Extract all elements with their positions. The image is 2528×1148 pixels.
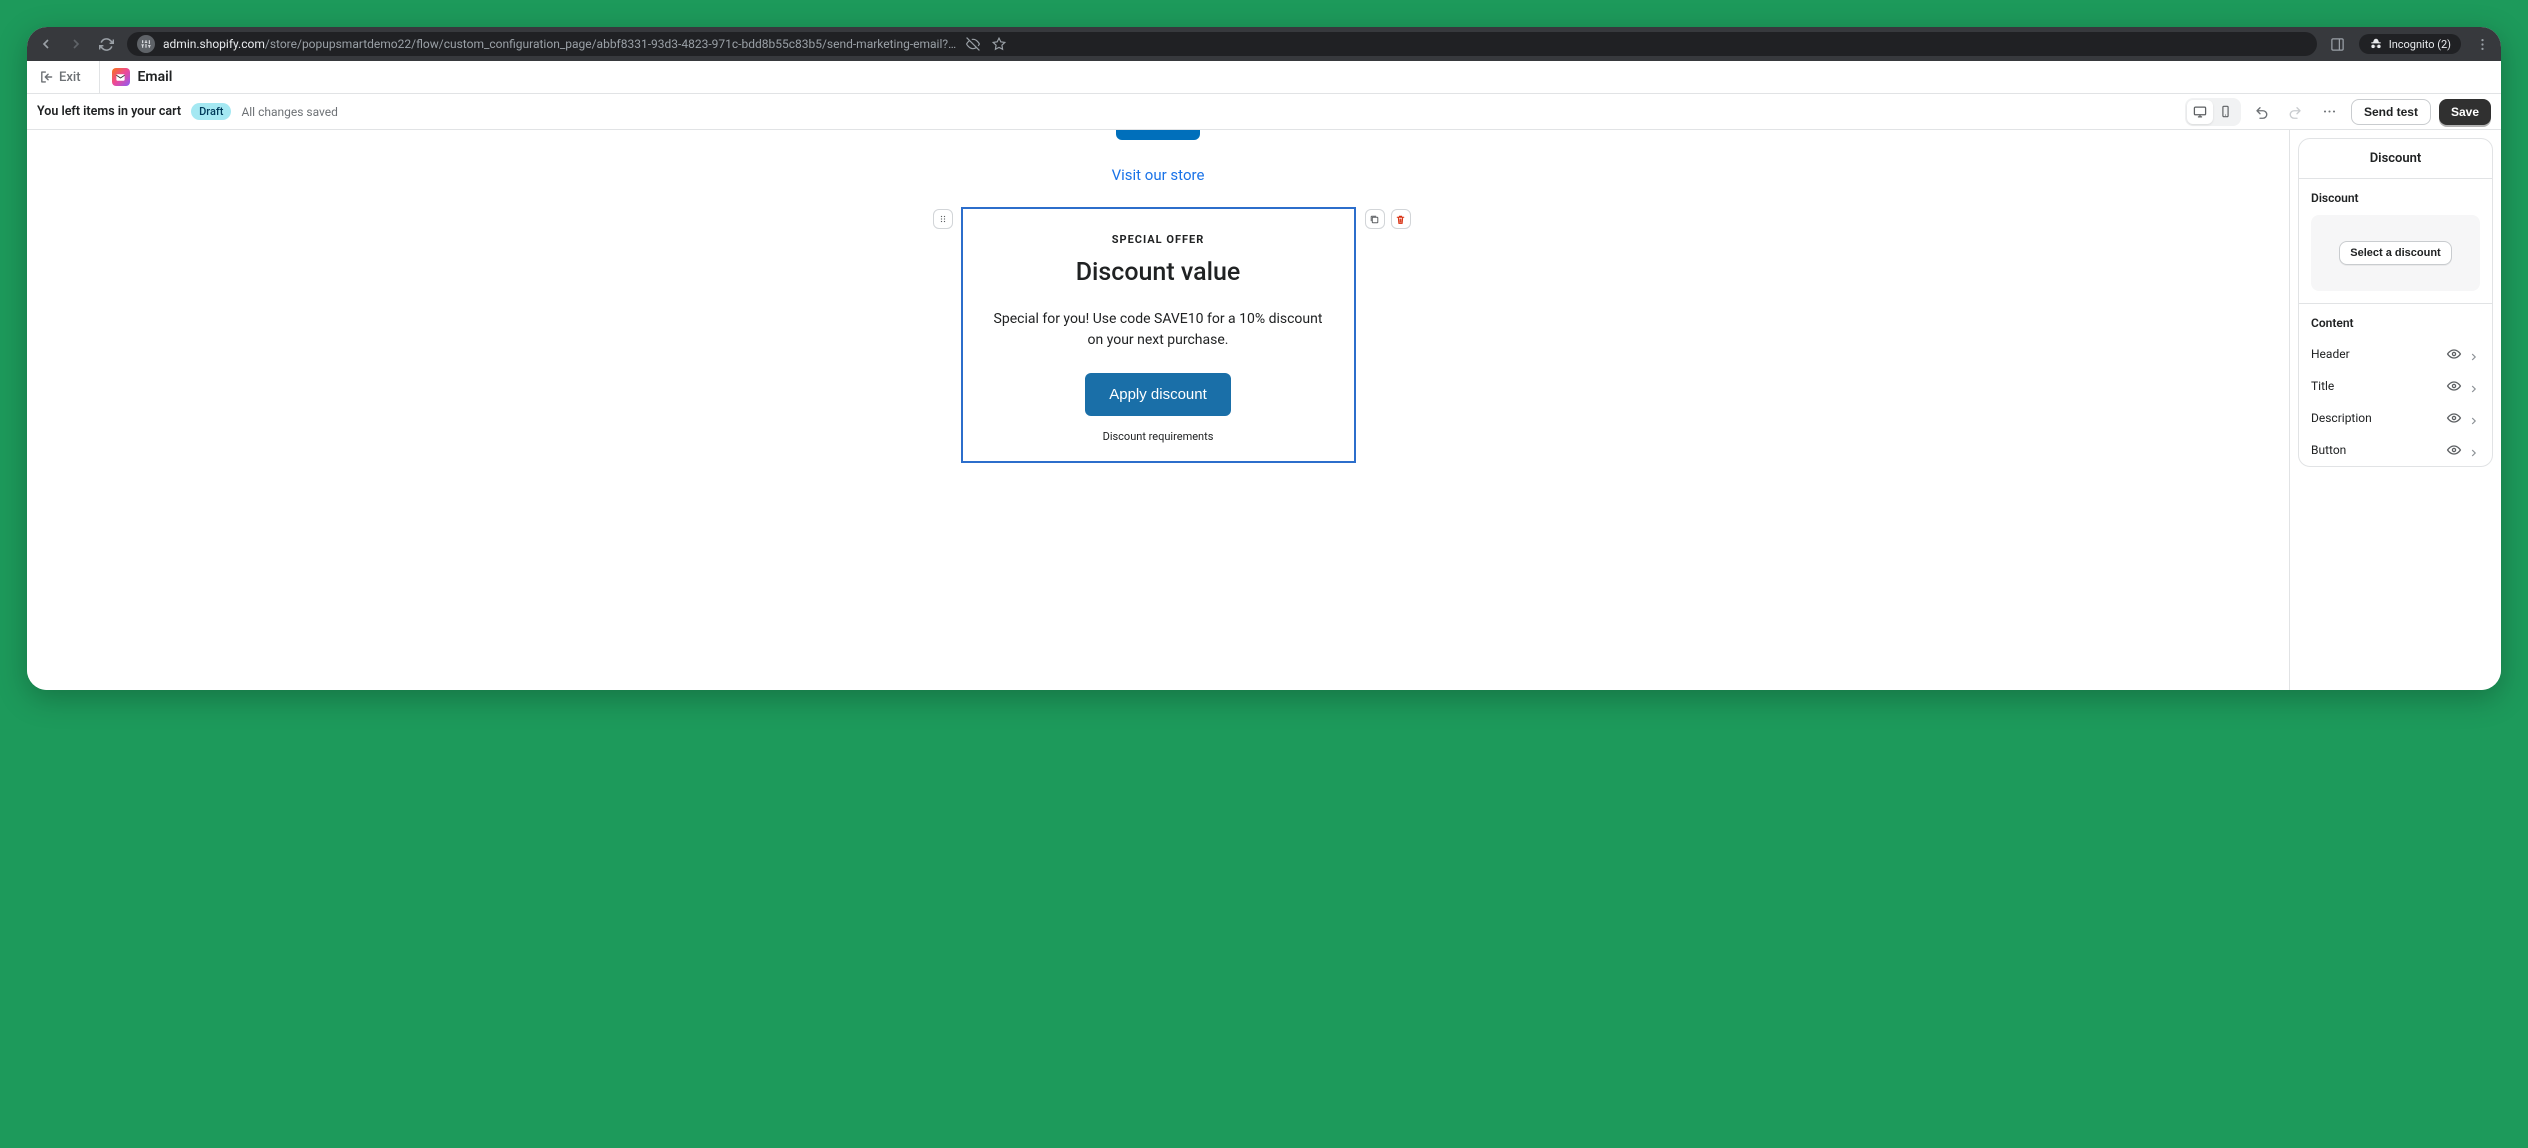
browser-window: admin.shopify.com/store/popupsmartdemo22… (27, 27, 2501, 690)
visibility-icon[interactable] (2446, 442, 2462, 458)
editor-body: Visit our store SPECIAL OFFER Discount v… (27, 130, 2501, 690)
drag-handle[interactable] (933, 209, 953, 229)
exit-label: Exit (59, 70, 81, 85)
url-text: admin.shopify.com/store/popupsmartdemo22… (163, 37, 956, 51)
exit-button[interactable]: Exit (39, 61, 100, 93)
save-button[interactable]: Save (2439, 99, 2491, 125)
visibility-icon[interactable] (2446, 378, 2462, 394)
more-actions-button[interactable] (2317, 99, 2343, 125)
chrome-menu-icon[interactable] (2473, 35, 2491, 53)
bookmark-star-icon[interactable] (990, 35, 1008, 53)
select-discount-button[interactable]: Select a discount (2339, 241, 2451, 265)
send-test-button[interactable]: Send test (2351, 99, 2431, 125)
site-info-icon[interactable] (137, 35, 155, 53)
desktop-view-button[interactable] (2187, 100, 2213, 124)
back-button[interactable] (37, 35, 55, 53)
chevron-right-icon (2468, 412, 2480, 424)
duplicate-block-button[interactable] (1365, 209, 1385, 229)
visibility-icon[interactable] (2446, 410, 2462, 426)
side-panel-icon[interactable] (2329, 35, 2347, 53)
browser-right-controls: Incognito (2) (2329, 34, 2491, 54)
discount-title: Discount value (1076, 258, 1241, 287)
app-name: Email (138, 69, 173, 85)
undo-button[interactable] (2249, 99, 2275, 125)
incognito-badge[interactable]: Incognito (2) (2359, 34, 2461, 54)
discount-section-label: Discount (2311, 191, 2480, 205)
visit-store-link[interactable]: Visit our store (1112, 166, 1205, 184)
discount-well: Select a discount (2311, 215, 2480, 291)
email-app-icon (112, 68, 130, 86)
eye-off-icon[interactable] (964, 35, 982, 53)
email-canvas[interactable]: Visit our store SPECIAL OFFER Discount v… (27, 130, 2289, 690)
discount-block[interactable]: SPECIAL OFFER Discount value Special for… (961, 207, 1356, 463)
app-header: Exit Email (27, 61, 2501, 94)
chevron-right-icon (2468, 444, 2480, 456)
incognito-label: Incognito (2) (2389, 38, 2451, 51)
delete-block-button[interactable] (1391, 209, 1411, 229)
content-row-title[interactable]: Title (2299, 370, 2492, 402)
settings-panel: Discount Discount Select a discount Cont… (2289, 130, 2501, 690)
visibility-icon[interactable] (2446, 346, 2462, 362)
forward-button[interactable] (67, 35, 85, 53)
redo-button[interactable] (2283, 99, 2309, 125)
apply-discount-button[interactable]: Apply discount (1085, 373, 1231, 416)
content-row-header[interactable]: Header (2299, 338, 2492, 370)
app-title: Email (112, 68, 173, 86)
reload-button[interactable] (97, 35, 115, 53)
device-toggle (2185, 98, 2241, 126)
mobile-view-button[interactable] (2213, 100, 2239, 124)
content-row-button[interactable]: Button (2299, 434, 2492, 466)
panel-title: Discount (2299, 139, 2492, 179)
chevron-right-icon (2468, 380, 2480, 392)
content-row-description[interactable]: Description (2299, 402, 2492, 434)
email-subject: You left items in your cart (37, 104, 181, 119)
save-status: All changes saved (241, 105, 337, 119)
offer-label: SPECIAL OFFER (1112, 233, 1205, 246)
prev-block-button (1116, 130, 1200, 140)
discount-requirements: Discount requirements (1103, 430, 1214, 443)
address-bar[interactable]: admin.shopify.com/store/popupsmartdemo22… (127, 32, 2317, 56)
chevron-right-icon (2468, 348, 2480, 360)
content-section-label: Content (2311, 316, 2480, 330)
editor-toolbar: You left items in your cart Draft All ch… (27, 94, 2501, 130)
browser-toolbar: admin.shopify.com/store/popupsmartdemo22… (27, 27, 2501, 61)
draft-badge: Draft (191, 103, 231, 120)
discount-description: Special for you! Use code SAVE10 for a 1… (988, 309, 1328, 351)
